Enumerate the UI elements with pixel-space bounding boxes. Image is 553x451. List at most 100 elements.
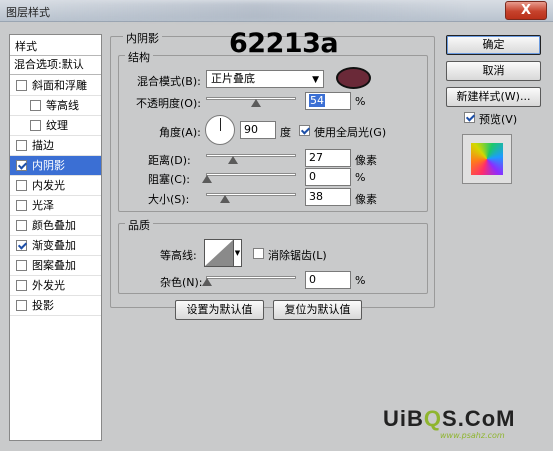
watermark-logo: UiBQS.CoM bbox=[383, 406, 516, 431]
style-checkbox[interactable] bbox=[16, 180, 27, 191]
style-checkbox[interactable] bbox=[16, 160, 27, 171]
blending-options-item[interactable]: 混合选项:默认 bbox=[10, 55, 101, 75]
antialias-checkbox[interactable] bbox=[253, 248, 264, 259]
distance-input[interactable]: 27 bbox=[305, 149, 351, 167]
size-slider-thumb[interactable] bbox=[220, 195, 230, 203]
style-checkbox[interactable] bbox=[16, 200, 27, 211]
structure-legend: 结构 bbox=[125, 49, 153, 65]
size-value: 38 bbox=[309, 190, 323, 203]
preview-checkbox[interactable] bbox=[464, 112, 475, 123]
style-checkbox[interactable] bbox=[16, 140, 27, 151]
style-list-item-label: 内阴影 bbox=[32, 159, 65, 172]
style-list-item[interactable]: 光泽 bbox=[10, 196, 101, 216]
choke-label: 阻塞(C): bbox=[148, 173, 190, 186]
style-list-item[interactable]: 投影 bbox=[10, 296, 101, 316]
distance-slider-thumb[interactable] bbox=[228, 156, 238, 164]
style-checkbox[interactable] bbox=[16, 300, 27, 311]
style-list-item[interactable]: 内发光 bbox=[10, 176, 101, 196]
style-checkbox[interactable] bbox=[16, 220, 27, 231]
style-list-item-label: 描边 bbox=[32, 139, 54, 152]
style-list-item-label: 投影 bbox=[32, 299, 54, 312]
ok-button[interactable]: 确定 bbox=[446, 35, 541, 55]
color-code-annotation: 62213a bbox=[229, 28, 339, 59]
style-list-item-label: 等高线 bbox=[46, 99, 79, 112]
opacity-input[interactable]: 54 bbox=[305, 92, 351, 110]
preview-label[interactable]: 预览(V) bbox=[479, 111, 517, 127]
angle-value: 90 bbox=[244, 123, 258, 136]
distance-label: 距离(D): bbox=[148, 154, 191, 167]
choke-value: 0 bbox=[309, 170, 316, 183]
noise-slider-thumb[interactable] bbox=[202, 278, 212, 286]
title-bar-blur bbox=[40, 2, 470, 20]
size-label: 大小(S): bbox=[148, 193, 190, 206]
style-list-item-label: 内发光 bbox=[32, 179, 65, 192]
size-input[interactable]: 38 bbox=[305, 188, 351, 206]
choke-slider[interactable] bbox=[206, 173, 296, 176]
style-list-item[interactable]: 图案叠加 bbox=[10, 256, 101, 276]
style-list-header[interactable]: 样式 bbox=[15, 38, 37, 54]
inner-shadow-title: 内阴影 bbox=[123, 30, 162, 46]
style-list-item[interactable]: 纹理 bbox=[10, 116, 101, 136]
style-list-item[interactable]: 颜色叠加 bbox=[10, 216, 101, 236]
style-list-item-label: 外发光 bbox=[32, 279, 65, 292]
opacity-slider-thumb[interactable] bbox=[251, 99, 261, 107]
blend-mode-label: 混合模式(B): bbox=[137, 75, 201, 88]
style-list-item[interactable]: 描边 bbox=[10, 136, 101, 156]
angle-unit: 度 bbox=[280, 126, 291, 139]
shadow-color-swatch[interactable] bbox=[336, 67, 371, 89]
distance-unit: 像素 bbox=[355, 154, 377, 167]
style-checkbox[interactable] bbox=[16, 260, 27, 271]
style-preview-thumbnail bbox=[462, 134, 512, 184]
opacity-label: 不透明度(O): bbox=[136, 97, 201, 110]
size-unit: 像素 bbox=[355, 193, 377, 206]
noise-slider[interactable] bbox=[206, 276, 296, 279]
contour-label: 等高线: bbox=[160, 249, 197, 262]
noise-value: 0 bbox=[309, 273, 316, 286]
noise-label: 杂色(N): bbox=[160, 276, 203, 289]
style-checkbox[interactable] bbox=[16, 80, 27, 91]
style-list-item-label: 光泽 bbox=[32, 199, 54, 212]
chevron-down-icon[interactable]: ▼ bbox=[233, 239, 242, 267]
style-checkbox[interactable] bbox=[16, 280, 27, 291]
antialias-label[interactable]: 消除锯齿(L) bbox=[268, 247, 327, 263]
distance-value: 27 bbox=[309, 151, 323, 164]
style-list-item-label: 图案叠加 bbox=[32, 259, 76, 272]
style-list-item-label: 纹理 bbox=[46, 119, 68, 132]
choke-input[interactable]: 0 bbox=[305, 168, 351, 186]
angle-input[interactable]: 90 bbox=[240, 121, 276, 139]
choke-slider-thumb[interactable] bbox=[202, 175, 212, 183]
style-list-item-label: 斜面和浮雕 bbox=[32, 79, 87, 92]
style-list-item[interactable]: 外发光 bbox=[10, 276, 101, 296]
style-list-item-label: 颜色叠加 bbox=[32, 219, 76, 232]
blend-mode-select[interactable]: 正片叠底 ▼ bbox=[206, 70, 324, 88]
choke-unit: % bbox=[355, 171, 366, 184]
angle-label: 角度(A): bbox=[159, 126, 201, 139]
reset-default-button[interactable]: 复位为默认值 bbox=[273, 300, 362, 320]
blend-mode-value: 正片叠底 bbox=[211, 72, 255, 85]
make-default-button[interactable]: 设置为默认值 bbox=[175, 300, 264, 320]
cancel-button[interactable]: 取消 bbox=[446, 61, 541, 81]
style-list-item-label: 渐变叠加 bbox=[32, 239, 76, 252]
global-light-checkbox[interactable] bbox=[299, 125, 310, 136]
noise-unit: % bbox=[355, 274, 366, 287]
close-button[interactable]: X bbox=[505, 1, 547, 20]
style-checkbox[interactable] bbox=[30, 120, 41, 131]
title-bar: 图层样式 X bbox=[0, 0, 553, 22]
style-list-item[interactable]: 斜面和浮雕 bbox=[10, 76, 101, 96]
style-list-item[interactable]: 等高线 bbox=[10, 96, 101, 116]
style-list-item[interactable]: 渐变叠加 bbox=[10, 236, 101, 256]
distance-slider[interactable] bbox=[206, 154, 296, 157]
opacity-unit: % bbox=[355, 95, 366, 108]
opacity-value: 54 bbox=[309, 94, 325, 107]
angle-dial[interactable] bbox=[205, 115, 235, 145]
noise-input[interactable]: 0 bbox=[305, 271, 351, 289]
style-checkbox[interactable] bbox=[30, 100, 41, 111]
new-style-button[interactable]: 新建样式(W)... bbox=[446, 87, 541, 107]
global-light-label[interactable]: 使用全局光(G) bbox=[314, 124, 386, 140]
style-list-item[interactable]: 内阴影 bbox=[10, 156, 101, 176]
style-list: 样式 混合选项:默认 斜面和浮雕等高线纹理描边内阴影内发光光泽颜色叠加渐变叠加图… bbox=[9, 34, 102, 441]
quality-legend: 品质 bbox=[125, 217, 153, 233]
chevron-down-icon: ▼ bbox=[312, 75, 319, 85]
style-checkbox[interactable] bbox=[16, 240, 27, 251]
watermark-url: www.psahz.com bbox=[440, 431, 505, 440]
